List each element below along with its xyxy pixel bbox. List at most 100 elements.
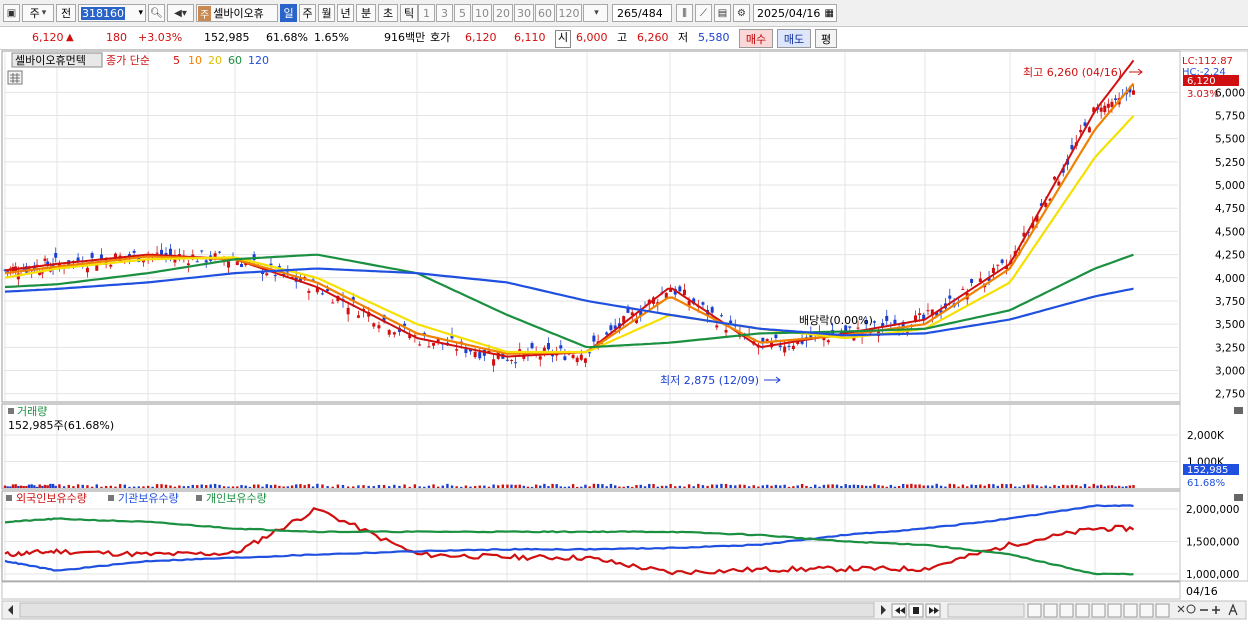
date-field[interactable]: 2025/04/16 ▦	[753, 4, 837, 22]
period-week[interactable]: 주	[299, 4, 316, 22]
volume-tick-label: 2,000K	[1187, 430, 1225, 442]
save-icon[interactable]: ▤	[714, 4, 731, 22]
ma-5-label: 5	[173, 54, 180, 67]
period-tick[interactable]: 틱	[400, 4, 418, 22]
view-button-7[interactable]	[1123, 603, 1138, 618]
interval-1[interactable]: 1	[418, 4, 435, 22]
prev-button[interactable]: 전	[56, 4, 76, 22]
layout-icon[interactable]: ▣	[3, 4, 20, 22]
volume-bar	[530, 486, 534, 488]
sell-button[interactable]: 매도	[777, 29, 811, 48]
interval-20[interactable]: 20	[493, 4, 513, 22]
volume-bar	[674, 486, 677, 488]
price-tick-label: 4,750	[1215, 203, 1245, 215]
view-button-6[interactable]	[1107, 603, 1122, 618]
period-year[interactable]: 년	[337, 4, 354, 22]
chevron-down-icon[interactable]: ▾	[138, 8, 143, 18]
candle-body	[204, 260, 208, 263]
volume-bar	[387, 486, 391, 488]
interval-120[interactable]: 120	[556, 4, 582, 22]
candle-body	[783, 346, 787, 353]
volume-bar	[979, 484, 982, 488]
volume-bar	[1040, 486, 1043, 488]
view-button-9[interactable]	[1155, 603, 1170, 618]
volume-value: 152,985	[204, 31, 250, 44]
view-button-5[interactable]	[1091, 603, 1106, 618]
candle-icon[interactable]: ⫼	[676, 4, 693, 22]
volume-bar	[336, 484, 340, 488]
calendar-icon[interactable]: ▦	[825, 8, 834, 19]
speaker-icon[interactable]: ◀▾	[167, 4, 194, 22]
volume-bar	[257, 484, 260, 488]
interval-5[interactable]: 5	[454, 4, 471, 22]
volume-bar	[1005, 484, 1008, 488]
x-axis-right-label: 04/16	[1186, 585, 1218, 598]
bid-label: 호가	[430, 31, 451, 44]
candle-body	[54, 253, 58, 258]
view-button-2[interactable]	[1043, 603, 1058, 618]
candle-body	[885, 315, 889, 321]
interval-60[interactable]: 60	[535, 4, 555, 22]
volume-bar	[626, 485, 630, 488]
volume-bar	[893, 486, 897, 488]
average-button[interactable]: 평	[815, 29, 837, 48]
candle-body	[43, 258, 47, 261]
volume-bar	[567, 486, 571, 488]
period-minute[interactable]: 분	[356, 4, 376, 22]
gear-icon[interactable]: ⚙	[733, 4, 750, 22]
volume-bar	[33, 485, 36, 488]
view-button-4[interactable]	[1075, 603, 1090, 618]
chart-area[interactable]: 6,000 5,750 5,500 5,250 5,000 4,750 4,500 4,250…	[0, 50, 1248, 621]
buy-button[interactable]: 매수	[739, 29, 773, 48]
interval-30[interactable]: 30	[514, 4, 534, 22]
volume-bar	[720, 483, 723, 488]
volume-marker-icon	[8, 408, 14, 414]
inst-marker-icon	[108, 495, 114, 501]
volume-bar	[377, 484, 381, 488]
price-tick-label: 3,500	[1215, 319, 1245, 331]
view-button-8[interactable]	[1139, 603, 1154, 618]
scrollbar-track[interactable]	[19, 602, 875, 618]
volume-bar	[559, 486, 562, 488]
volume-bar	[19, 485, 23, 488]
volume-bar	[303, 485, 306, 488]
panel-close-icon[interactable]	[1234, 407, 1243, 414]
candle-body	[778, 345, 782, 348]
volume-bar	[860, 485, 864, 488]
search-icon[interactable]: 🔍︎	[148, 4, 165, 22]
interval-3[interactable]: 3	[436, 4, 453, 22]
candle-body	[579, 354, 583, 360]
volume-bar	[966, 486, 969, 488]
volume-bar	[660, 485, 664, 488]
volume-bar	[17, 486, 20, 488]
volume-bar	[551, 483, 554, 488]
period-day[interactable]: 일	[280, 4, 297, 22]
candle-body	[948, 295, 952, 299]
zoom-slider[interactable]	[947, 603, 1025, 618]
draw-icon[interactable]: ⟋	[695, 4, 712, 22]
volume-bar	[992, 484, 995, 488]
volume-panel[interactable]	[1, 403, 1181, 490]
volume-bar	[196, 485, 199, 488]
period-month[interactable]: 월	[318, 4, 335, 22]
count-field[interactable]: 265/484	[612, 4, 672, 22]
candle-body	[40, 272, 44, 274]
view-button-3[interactable]	[1059, 603, 1074, 618]
code-input[interactable]: 318160 ▾	[78, 4, 146, 22]
period-second[interactable]: 초	[378, 4, 398, 22]
individual-holdings-label: 개인보유수량	[206, 492, 267, 505]
volume-bar	[901, 484, 905, 488]
interval-10[interactable]: 10	[472, 4, 492, 22]
volume-bar	[30, 484, 33, 488]
volume-bar	[792, 486, 795, 488]
view-button-1[interactable]	[1027, 603, 1042, 618]
candle-body	[575, 357, 579, 363]
volume-bar	[534, 484, 538, 488]
price-tick-label: 6,000	[1215, 87, 1245, 99]
table-icon[interactable]	[7, 70, 23, 85]
market-select[interactable]: 주	[22, 4, 54, 22]
volume-bar	[1132, 484, 1135, 488]
panel-close-icon-2[interactable]	[1234, 494, 1243, 501]
interval-select[interactable]	[583, 4, 608, 22]
candle-body	[609, 325, 613, 331]
